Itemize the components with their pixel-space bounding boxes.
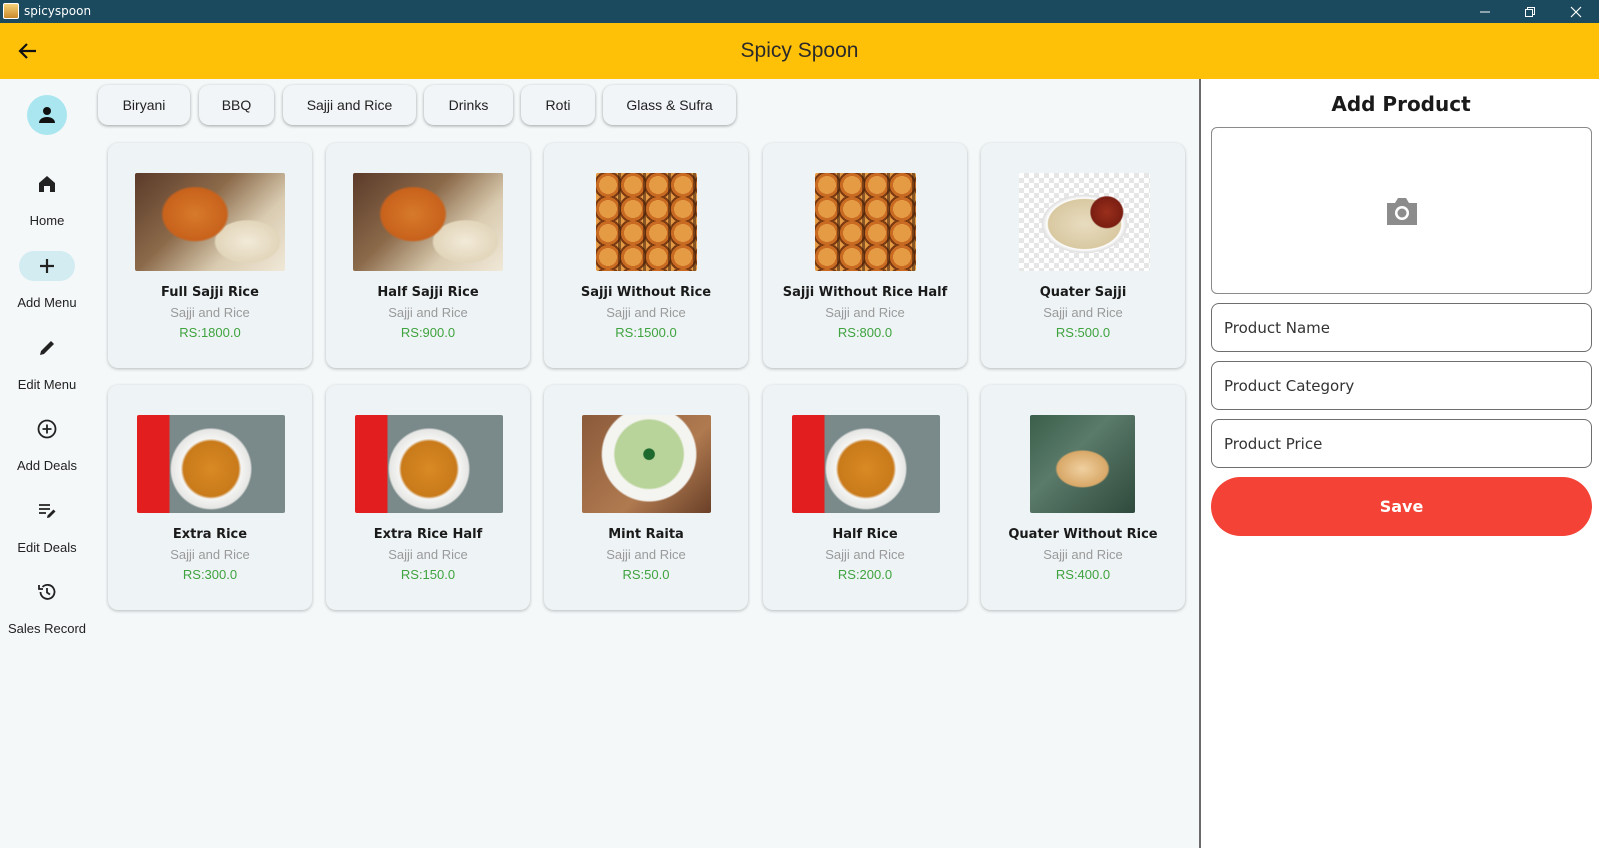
category-chip-bbq[interactable]: BBQ (199, 85, 274, 125)
sidebar-item-edit-menu[interactable]: Edit Menu (0, 333, 94, 403)
product-card[interactable]: Mint Raita Sajji and Rice RS:50.0 (544, 385, 748, 610)
window-titlebar: spicyspoon (0, 0, 1599, 23)
product-category-input[interactable] (1212, 362, 1591, 409)
panel-title: Add Product (1331, 92, 1471, 116)
product-image (1030, 415, 1135, 513)
product-image (792, 415, 940, 513)
close-button[interactable] (1553, 0, 1599, 23)
product-name: Half Sajji Rice (377, 285, 479, 300)
product-card[interactable]: Quater Without Rice Sajji and Rice RS:40… (981, 385, 1185, 610)
history-icon (28, 577, 66, 607)
restore-button[interactable] (1507, 0, 1553, 23)
minimize-button[interactable] (1462, 0, 1508, 23)
person-icon (39, 107, 55, 123)
product-card[interactable]: Full Sajji Rice Sajji and Rice RS:1800.0 (108, 143, 312, 368)
save-button[interactable]: Save (1211, 477, 1592, 536)
product-price: RS:50.0 (622, 567, 670, 582)
product-category: Sajji and Rice (388, 547, 468, 562)
product-name: Sajji Without Rice (580, 285, 712, 300)
product-card[interactable]: Half Rice Sajji and Rice RS:200.0 (763, 385, 967, 610)
sidebar-item-add-menu[interactable]: Add Menu (0, 249, 94, 319)
product-price: RS:900.0 (400, 325, 456, 340)
product-card[interactable]: Sajji Without Rice Half Sajji and Rice R… (763, 143, 967, 368)
app-logo-icon (3, 3, 19, 19)
sidebar-item-label: Add Menu (17, 295, 77, 310)
product-price-field[interactable] (1211, 419, 1592, 468)
product-name: Quater Sajji (1039, 285, 1127, 300)
sidebar-item-label: Sales Record (7, 621, 87, 636)
product-card[interactable]: Quater Sajji Sajji and Rice RS:500.0 (981, 143, 1185, 368)
edit-list-icon (28, 496, 66, 526)
product-price: RS:400.0 (1055, 567, 1111, 582)
product-name-input[interactable] (1212, 304, 1591, 351)
category-chip-sajji-and-rice[interactable]: Sajji and Rice (283, 85, 416, 125)
product-category: Sajji and Rice (1043, 547, 1123, 562)
close-icon (1570, 6, 1582, 17)
product-name: Extra Rice Half (373, 527, 483, 542)
product-category: Sajji and Rice (170, 305, 250, 320)
product-name: Quater Without Rice (1008, 527, 1158, 542)
product-price: RS:800.0 (837, 325, 893, 340)
plus-icon (19, 251, 75, 281)
restore-icon (1525, 6, 1535, 17)
app-bar: Spicy Spoon (0, 23, 1599, 79)
category-chip-glass-sufra[interactable]: Glass & Sufra (603, 85, 736, 125)
sidebar-item-label: Add Deals (17, 458, 77, 473)
product-category: Sajji and Rice (606, 305, 686, 320)
product-image (137, 415, 285, 513)
sidebar-item-label: Edit Deals (17, 540, 77, 555)
product-price-input[interactable] (1212, 420, 1591, 467)
sidebar-nav: Home Add Menu Edit Menu Add Deals Edit D… (0, 79, 94, 848)
product-price: RS:1800.0 (179, 325, 241, 340)
image-picker[interactable] (1211, 127, 1592, 294)
sidebar-item-label: Home (29, 213, 65, 228)
product-image (582, 415, 711, 513)
add-circle-icon (28, 414, 66, 444)
category-chip-drinks[interactable]: Drinks (424, 85, 513, 125)
sidebar-item-label: Edit Menu (17, 377, 77, 392)
product-name-field[interactable] (1211, 303, 1592, 352)
product-price: RS:500.0 (1055, 325, 1111, 340)
product-image (355, 415, 503, 513)
product-category-field[interactable] (1211, 361, 1592, 410)
sidebar-item-add-deals[interactable]: Add Deals (0, 414, 94, 484)
product-price: RS:1500.0 (615, 325, 677, 340)
product-card[interactable]: Sajji Without Rice Sajji and Rice RS:150… (544, 143, 748, 368)
product-price: RS:150.0 (400, 567, 456, 582)
minimize-icon (1480, 11, 1490, 12)
category-chip-roti[interactable]: Roti (521, 85, 595, 125)
add-product-panel: Add Product Save (1199, 79, 1599, 848)
product-category: Sajji and Rice (388, 305, 468, 320)
product-image (815, 173, 916, 271)
product-name: Extra Rice (172, 527, 248, 542)
avatar[interactable] (27, 95, 67, 135)
product-category: Sajji and Rice (606, 547, 686, 562)
product-image (1019, 173, 1150, 271)
home-icon (28, 169, 66, 199)
product-card[interactable]: Half Sajji Rice Sajji and Rice RS:900.0 (326, 143, 530, 368)
product-name: Full Sajji Rice (161, 285, 259, 300)
product-image (353, 173, 503, 271)
app-title: Spicy Spoon (740, 39, 859, 62)
product-image (135, 173, 285, 271)
sidebar-item-edit-deals[interactable]: Edit Deals (0, 496, 94, 566)
product-price: RS:300.0 (182, 567, 238, 582)
product-card[interactable]: Extra Rice Half Sajji and Rice RS:150.0 (326, 385, 530, 610)
window-title: spicyspoon (24, 4, 92, 18)
product-name: Mint Raita (608, 527, 684, 542)
product-category: Sajji and Rice (825, 305, 905, 320)
category-chip-biryani[interactable]: Biryani (98, 85, 190, 125)
product-category: Sajji and Rice (825, 547, 905, 562)
product-name: Half Rice (832, 527, 898, 542)
product-category: Sajji and Rice (170, 547, 250, 562)
camera-icon (1386, 197, 1417, 225)
pencil-icon (28, 333, 66, 363)
product-name: Sajji Without Rice Half (782, 285, 948, 300)
product-category: Sajji and Rice (1043, 305, 1123, 320)
sidebar-item-sales-record[interactable]: Sales Record (0, 577, 94, 647)
sidebar-item-home[interactable]: Home (0, 169, 94, 239)
product-price: RS:200.0 (837, 567, 893, 582)
product-card[interactable]: Extra Rice Sajji and Rice RS:300.0 (108, 385, 312, 610)
product-image (596, 173, 697, 271)
